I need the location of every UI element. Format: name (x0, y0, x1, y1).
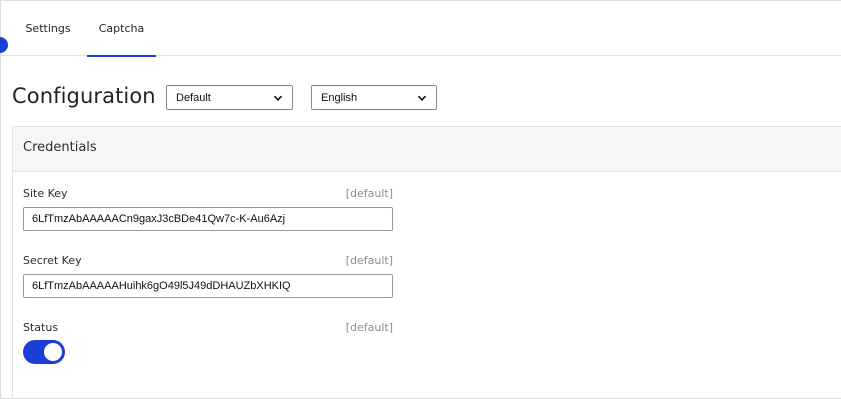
language-select-value: English (321, 91, 358, 104)
site-key-scope: [default] (345, 187, 393, 200)
tab-settings-label: Settings (25, 21, 71, 35)
page-title: Configuration (12, 84, 156, 108)
status-scope: [default] (345, 321, 393, 334)
chevron-down-icon (417, 93, 427, 103)
status-label: Status (23, 321, 59, 334)
credentials-section-title: Credentials (23, 140, 97, 155)
panel-border (12, 172, 13, 399)
site-key-label: Site Key (23, 187, 68, 200)
tab-settings[interactable]: Settings (14, 0, 82, 56)
secret-key-input[interactable] (23, 274, 393, 298)
secret-key-scope: [default] (345, 254, 393, 267)
chevron-down-icon (273, 93, 283, 103)
tab-bar: Settings Captcha (0, 0, 841, 57)
site-key-input[interactable] (23, 207, 393, 231)
scope-select-value: Default (176, 91, 211, 104)
scope-select[interactable]: Default (166, 85, 293, 110)
credentials-section-header: Credentials (12, 126, 841, 172)
secret-key-label: Secret Key (23, 254, 82, 267)
tab-captcha[interactable]: Captcha (87, 0, 156, 57)
status-toggle-knob (44, 343, 62, 361)
language-select[interactable]: English (311, 85, 437, 110)
tab-captcha-label: Captcha (98, 21, 145, 35)
page-frame (0, 0, 841, 399)
status-toggle[interactable] (23, 340, 65, 364)
